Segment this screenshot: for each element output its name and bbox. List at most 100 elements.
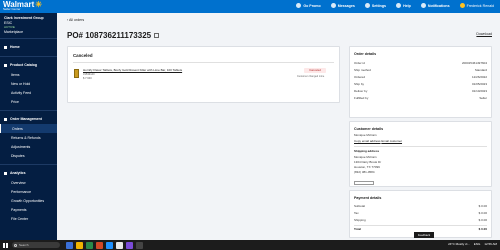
search-icon <box>14 243 17 247</box>
nav-messages[interactable]: Messages <box>330 3 355 8</box>
payment-details-title: Payment details <box>354 196 382 200</box>
user-menu[interactable]: Frederick Renald <box>459 3 494 8</box>
weather-status[interactable]: 24°C Mostly cl... <box>448 242 470 246</box>
detail-value: 12/26/2022 <box>471 75 487 79</box>
canceled-title: Canceled <box>73 53 93 58</box>
ship-name: Monique McCain <box>354 155 377 159</box>
detail-label: Ordered <box>354 75 366 79</box>
product-name-link[interactable]: Hornify Flavor Tablets, Bonfy Gold Rosen… <box>83 68 182 72</box>
canceled-card: Canceled Hornify Flavor Tablets, Bonfy G… <box>67 46 340 103</box>
spark-icon: ✳ <box>35 0 42 9</box>
product-thumbnail[interactable] <box>74 69 79 78</box>
divider <box>0 56 57 57</box>
divider <box>73 62 334 63</box>
sidebar-section-order-management[interactable]: Order Management <box>0 114 57 124</box>
windows-start-icon[interactable] <box>3 242 8 248</box>
detail-row: Order id 200015461497604 <box>354 61 487 67</box>
chrome-icon[interactable] <box>116 241 123 249</box>
analytics-icon <box>4 171 7 175</box>
back-label: All orders <box>69 18 85 22</box>
detail-row: Ship by 01/05/2023 <box>354 82 487 88</box>
divider <box>354 225 487 226</box>
sidebar-item-price[interactable]: Price <box>0 97 57 106</box>
sidebar-item-payments[interactable]: Payments <box>0 205 57 214</box>
user-name: Frederick Renald <box>466 3 494 8</box>
detail-row: Deliver by 01/10/2023 <box>354 89 487 95</box>
divider <box>0 164 57 165</box>
sidebar-item-home[interactable]: Home <box>0 42 57 52</box>
message-icon <box>330 3 336 8</box>
sidebar-item-orders[interactable]: Orders <box>0 124 57 133</box>
account-type: Marketplace <box>4 29 24 34</box>
copy-icon[interactable] <box>154 33 160 39</box>
language-indicator[interactable]: ENG <box>474 242 481 246</box>
payment-row: Subtotal $ 0.00 <box>354 204 487 210</box>
cancel-reason: Customer changed mine <box>297 75 325 78</box>
download-button[interactable]: Download <box>476 32 492 36</box>
app-icon[interactable] <box>126 241 133 249</box>
app-icon[interactable] <box>86 241 93 249</box>
app-icon[interactable] <box>136 241 143 249</box>
app-icon[interactable] <box>96 241 103 249</box>
nav-go-promo[interactable]: Go Promo <box>296 3 321 8</box>
status-badge: Canceled <box>304 68 326 73</box>
sidebar-item-file-center[interactable]: File Center <box>0 214 57 223</box>
folder-icon[interactable] <box>76 241 83 249</box>
order-details-card: Order details Order id 200015461497604 Sh… <box>349 46 492 118</box>
search-placeholder: Search <box>19 243 29 247</box>
sidebar-item-label: Analytics <box>10 171 26 175</box>
detail-label: Ship method <box>354 68 371 72</box>
payment-value: $ 0.00 <box>478 218 487 222</box>
sidebar-item-label: Order Management <box>10 117 42 121</box>
bell-icon <box>420 3 426 8</box>
walmart-logo[interactable]: Walmart✳ Seller Center <box>3 1 42 11</box>
product-price: $ 7.640 <box>83 77 92 80</box>
edge-icon[interactable] <box>106 241 113 249</box>
sidebar-section-analytics[interactable]: Analytics <box>0 168 57 178</box>
payment-value: $ 0.00 <box>478 211 487 215</box>
sidebar-item-activity-feed[interactable]: Activity Feed <box>0 88 57 97</box>
nav-settings[interactable]: Settings <box>364 3 387 8</box>
sidebar: Clark Investment Group ESIC ACTIVE Marke… <box>0 13 57 240</box>
payment-value: $ 0.00 <box>478 204 487 208</box>
customer-actions: Copy email address Email customer <box>354 139 402 143</box>
copy-email-link[interactable]: Copy email address <box>354 139 381 143</box>
customer-name: Monique McCain <box>354 133 377 137</box>
clock[interactable]: 12:56 AM <box>484 242 497 246</box>
taskbar-search[interactable]: Search <box>12 242 60 248</box>
divider <box>354 146 487 147</box>
address-tag[interactable] <box>354 181 374 185</box>
detail-value: 01/10/2023 <box>471 89 487 93</box>
nav-label: Messages <box>337 3 355 8</box>
sidebar-item-growth-opportunities[interactable]: Growth Opportunities <box>0 196 57 205</box>
sidebar-item-adjustments[interactable]: Adjustments <box>0 142 57 151</box>
payment-label: Total <box>354 227 361 231</box>
ship-city: Houston, TX 77099 <box>354 165 380 169</box>
sidebar-item-performance[interactable]: Performance <box>0 187 57 196</box>
sidebar-item-overview[interactable]: Overview <box>0 178 57 187</box>
company-switcher[interactable]: Clark Investment Group ESIC ACTIVE Marke… <box>0 13 57 34</box>
divider <box>0 110 57 111</box>
sidebar-item-returns-refunds[interactable]: Returns & Refunds <box>0 133 57 142</box>
product-sku: 31533140 <box>83 73 95 76</box>
taskbar-apps <box>66 241 143 249</box>
nav-help[interactable]: Help <box>396 3 411 8</box>
detail-value: 200015461497604 <box>461 61 487 65</box>
detail-row: Ordered 12/26/2022 <box>354 75 487 81</box>
sidebar-item-new-or-hold[interactable]: New or Hold <box>0 79 57 88</box>
feedback-button[interactable]: Feedback <box>414 232 434 238</box>
sidebar-section-product-catalog[interactable]: Product Catalog <box>0 60 57 70</box>
sidebar-item-items[interactable]: Items <box>0 70 57 79</box>
shipping-title: Shipping address <box>354 149 380 153</box>
detail-value: Standard <box>474 68 487 72</box>
app-icon[interactable] <box>66 241 73 249</box>
email-customer-link[interactable]: Email customer <box>381 139 402 143</box>
header-nav: Go Promo Messages Settings Help Notifica… <box>296 3 494 8</box>
back-link[interactable]: ‹ All orders <box>67 18 84 22</box>
nav-label: Settings <box>371 3 387 8</box>
nav-notifications[interactable]: Notifications <box>420 3 450 8</box>
sidebar-item-disputes[interactable]: Disputes <box>0 151 57 160</box>
megaphone-icon <box>296 3 302 8</box>
customer-details-title: Customer details <box>354 127 384 131</box>
payment-label: Tax <box>354 211 359 215</box>
